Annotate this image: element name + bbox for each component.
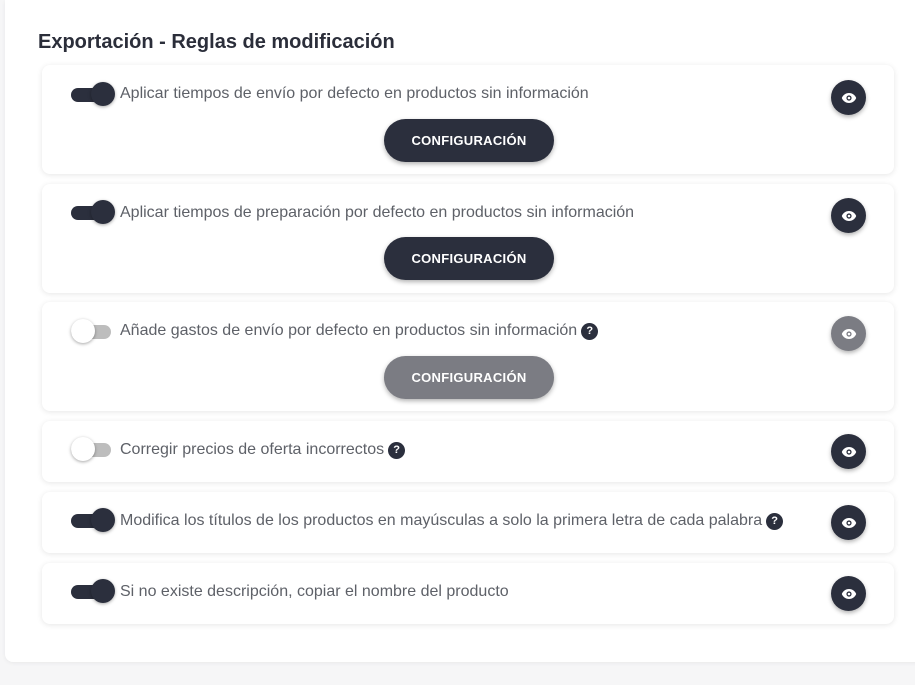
preview-button[interactable] [831,80,866,115]
rule-label: Aplicar tiempos de envío por defecto en … [120,85,589,103]
toggle-knob [91,508,115,532]
preview-button[interactable] [831,576,866,611]
rule-toggle[interactable] [71,200,115,224]
rule-label: Modifica los títulos de los productos en… [120,512,784,530]
rule-label-text: Aplicar tiempos de preparación por defec… [120,204,635,221]
rule-label: Corregir precios de oferta incorrectos ? [120,441,406,459]
eye-icon [841,328,856,339]
eye-icon [841,588,856,599]
rule-toggle[interactable] [71,579,115,603]
rule-label-text: Si no existe descripción, copiar el nomb… [120,583,509,600]
rule-label-text: Corregir precios de oferta incorrectos [120,441,385,458]
eye-icon [841,446,856,457]
rule-label-text: Aplicar tiempos de envío por defecto en … [120,85,589,102]
preview-button[interactable] [831,316,866,351]
eye-icon [841,210,856,221]
configuration-button[interactable]: CONFIGURACIÓN [384,119,554,162]
toggle-knob [71,437,95,461]
rule-card-copy-description: Si no existe descripción, copiar el nomb… [42,563,894,624]
rule-label: Si no existe descripción, copiar el nomb… [120,583,509,601]
rule-card-title-case: Modifica los títulos de los productos en… [42,492,894,553]
preview-button[interactable] [831,505,866,540]
question-icon[interactable]: ? [581,322,599,340]
export-rules-panel: Exportación - Reglas de modificación Apl… [5,0,915,662]
question-icon[interactable]: ? [766,512,784,530]
toggle-knob [91,579,115,603]
rule-card-shipping-times: Aplicar tiempos de envío por defecto en … [42,65,894,174]
toggle-knob [71,319,95,343]
rule-label: Aplicar tiempos de preparación por defec… [120,204,634,222]
rule-toggle[interactable] [71,319,115,343]
rule-toggle[interactable] [71,82,115,106]
toggle-knob [91,200,115,224]
rule-label-text: Modifica los títulos de los productos en… [120,512,763,529]
eye-icon [841,517,856,528]
preview-button[interactable] [831,434,866,469]
rule-card-offer-prices: Corregir precios de oferta incorrectos ? [42,421,894,482]
rule-card-shipping-costs: Añade gastos de envío por defecto en pro… [42,302,894,411]
rule-toggle[interactable] [71,508,115,532]
eye-icon [841,92,856,103]
preview-button[interactable] [831,198,866,233]
rule-label-text: Añade gastos de envío por defecto en pro… [120,322,578,339]
toggle-knob [91,82,115,106]
section-title: Exportación - Reglas de modificación [38,31,395,53]
rule-toggle[interactable] [71,437,115,461]
rule-card-preparation-times: Aplicar tiempos de preparación por defec… [42,184,894,293]
configuration-button[interactable]: CONFIGURACIÓN [384,237,554,280]
question-icon[interactable]: ? [388,441,406,459]
configuration-button[interactable]: CONFIGURACIÓN [384,356,554,399]
rule-label: Añade gastos de envío por defecto en pro… [120,322,599,340]
